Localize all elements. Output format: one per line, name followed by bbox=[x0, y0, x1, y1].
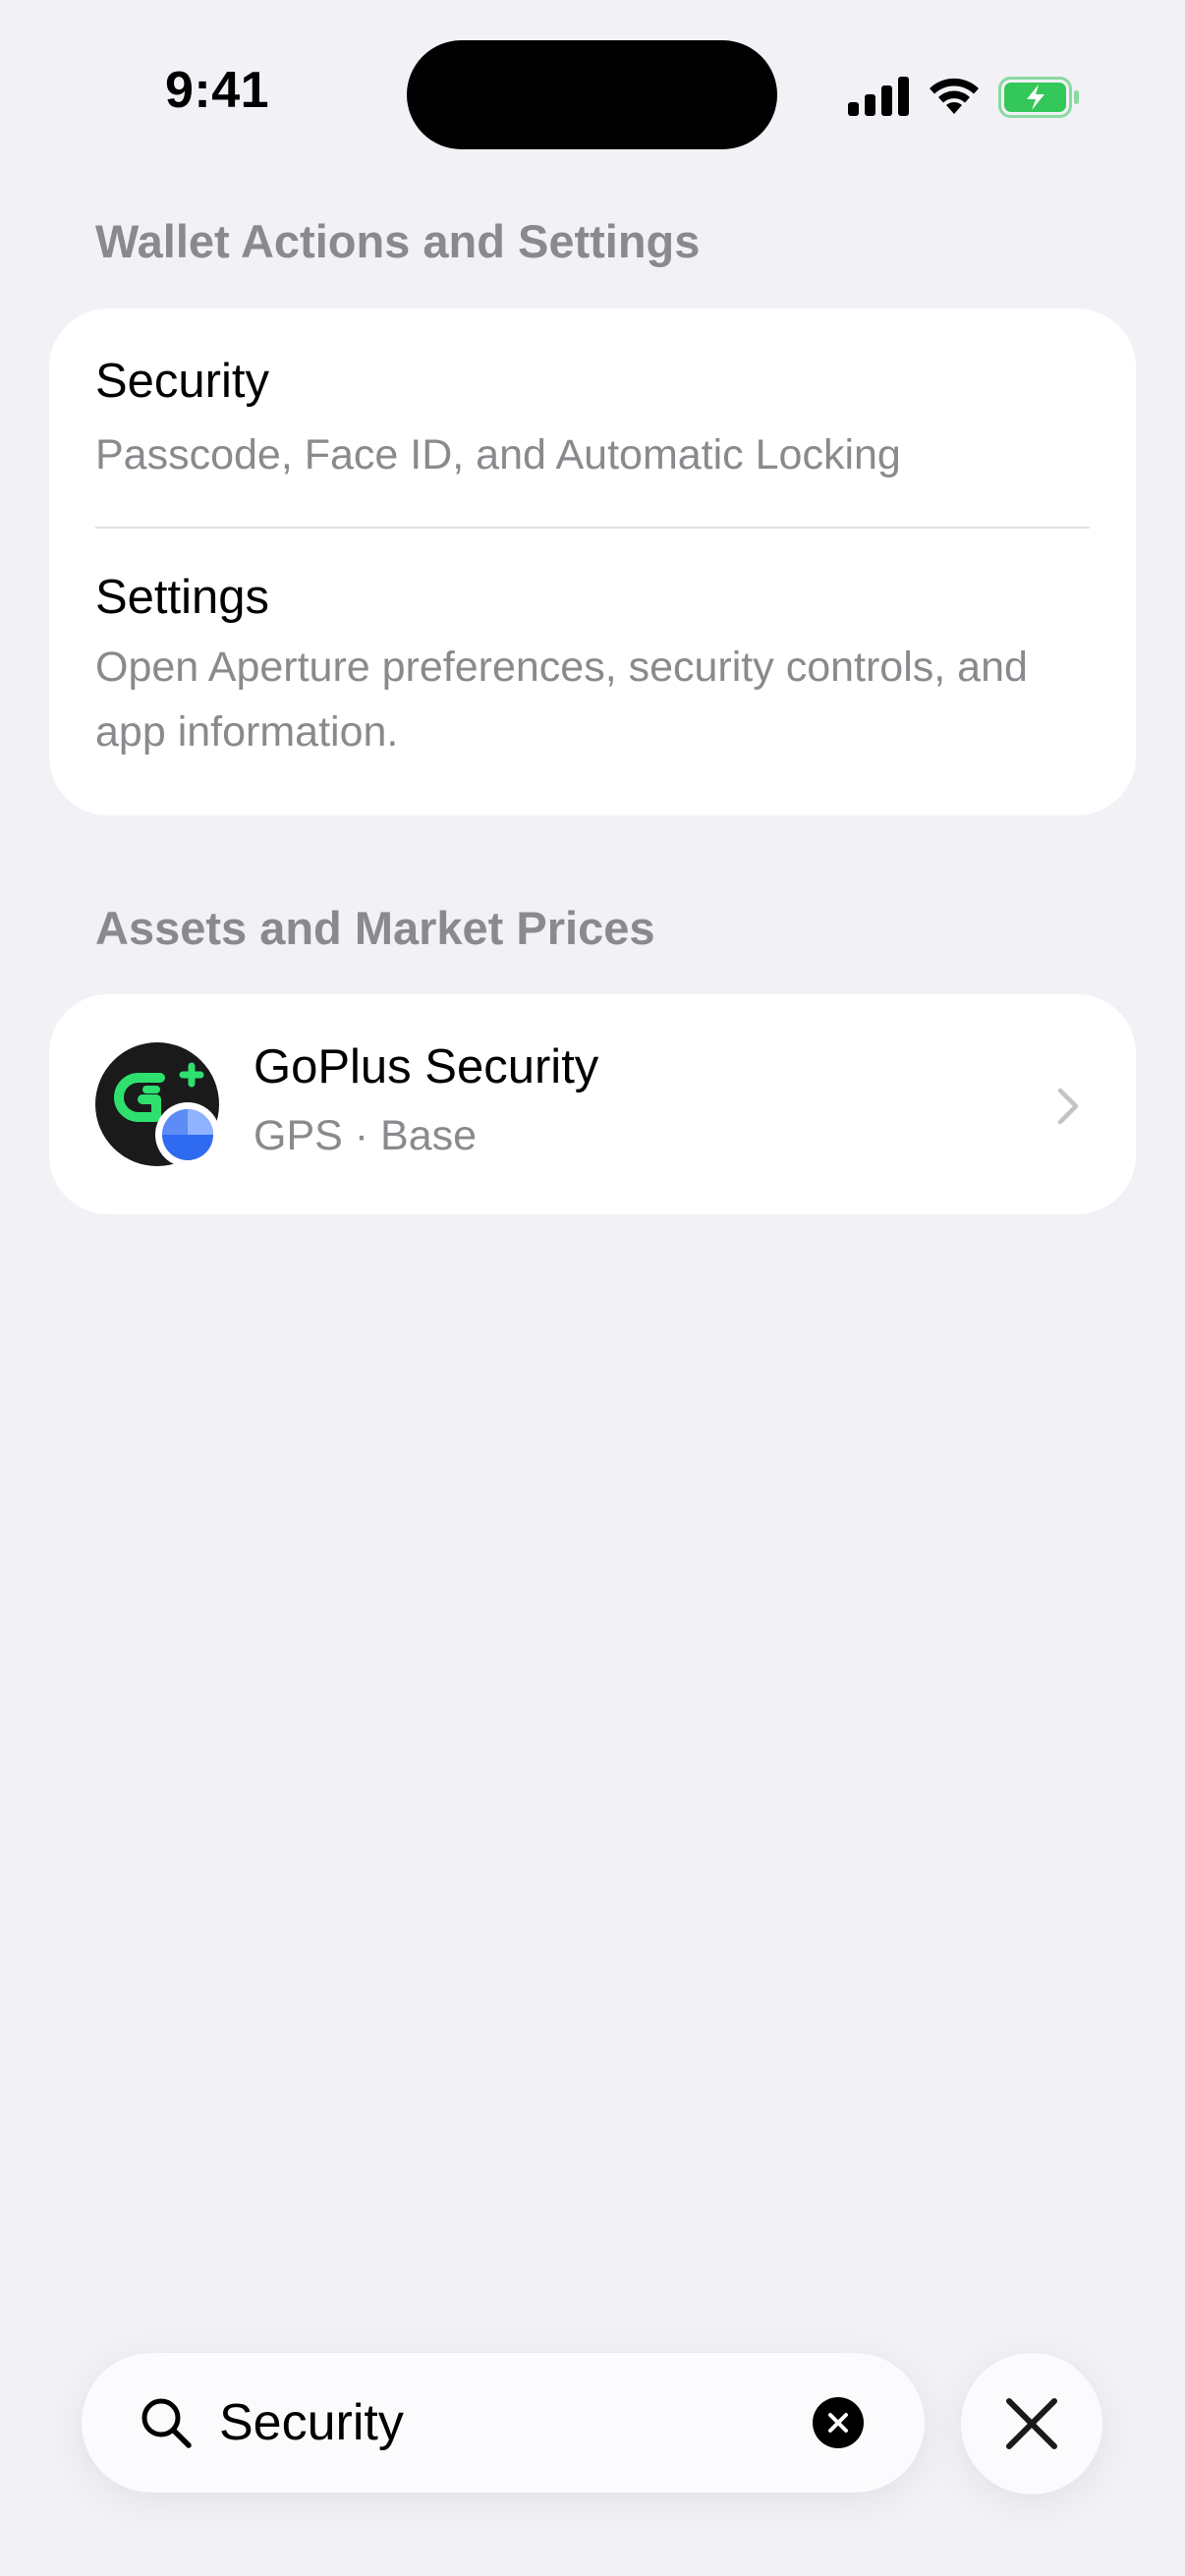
clear-search-button[interactable] bbox=[813, 2397, 864, 2448]
asset-name: GoPlus Security bbox=[254, 1040, 599, 1093]
search-field[interactable] bbox=[82, 2353, 925, 2492]
battery-charging-icon bbox=[998, 77, 1079, 118]
close-search-button[interactable] bbox=[961, 2353, 1102, 2494]
wallet-actions-card: Security Passcode, Face ID, and Automati… bbox=[49, 308, 1136, 815]
wifi-icon bbox=[930, 78, 979, 114]
search-icon bbox=[141, 2398, 192, 2448]
settings-row[interactable]: Settings Open Aperture preferences, secu… bbox=[49, 529, 1136, 815]
search-input[interactable] bbox=[219, 2382, 769, 2463]
asset-row-goplus-security[interactable]: GoPlus Security GPS · Base bbox=[49, 994, 1136, 1214]
settings-title: Settings bbox=[95, 571, 270, 624]
asset-meta: GPS · Base bbox=[254, 1112, 478, 1159]
base-network-icon bbox=[155, 1102, 219, 1166]
status-time: 9:41 bbox=[165, 62, 270, 119]
assets-card: GoPlus Security GPS · Base bbox=[49, 994, 1136, 1214]
goplus-logo-icon bbox=[95, 1042, 219, 1166]
chevron-right-icon bbox=[1057, 1088, 1079, 1125]
close-icon bbox=[1006, 2398, 1057, 2449]
section-header-wallet-actions: Wallet Actions and Settings bbox=[95, 215, 701, 267]
settings-subtitle: Open Aperture preferences, security cont… bbox=[95, 644, 1028, 756]
section-header-assets: Assets and Market Prices bbox=[95, 902, 655, 954]
clear-icon bbox=[828, 2413, 848, 2433]
dynamic-island bbox=[407, 40, 777, 149]
cellular-signal-icon bbox=[848, 77, 909, 116]
security-title: Security bbox=[95, 355, 270, 408]
security-subtitle: Passcode, Face ID, and Automatic Locking bbox=[95, 431, 901, 478]
security-row[interactable]: Security Passcode, Face ID, and Automati… bbox=[49, 308, 1136, 527]
status-bar: 9:41 bbox=[0, 0, 1185, 157]
